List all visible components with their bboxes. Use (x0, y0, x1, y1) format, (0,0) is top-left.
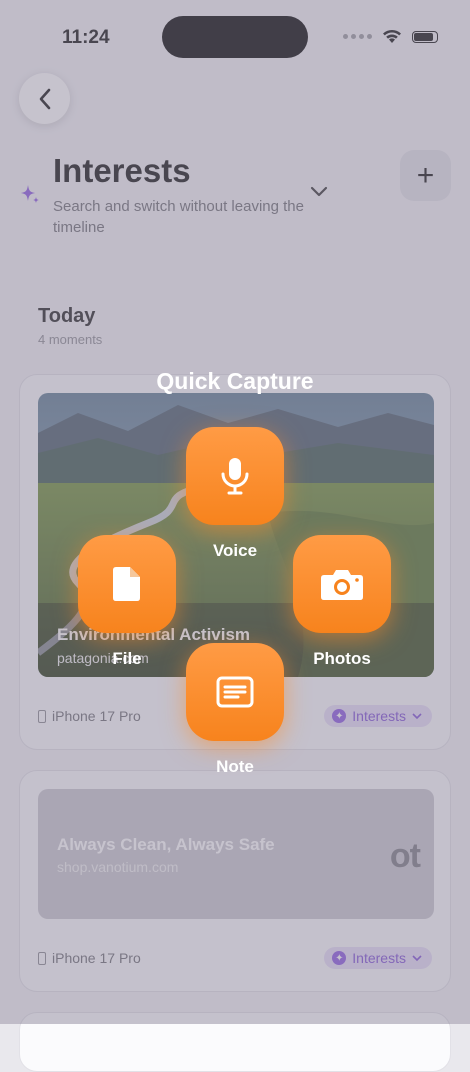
photos-capture-button[interactable] (293, 535, 391, 633)
file-label: File (112, 649, 142, 668)
camera-icon (321, 570, 363, 600)
note-capture-button[interactable] (186, 643, 284, 741)
file-icon (113, 567, 140, 601)
microphone-icon (221, 458, 249, 495)
file-capture-button[interactable] (78, 535, 176, 633)
photos-label: Photos (313, 649, 371, 668)
note-label: Note (216, 757, 254, 776)
voice-label: Voice (212, 541, 258, 560)
quick-capture-title: Quick Capture (156, 368, 314, 394)
voice-capture-button[interactable] (186, 427, 284, 525)
note-icon (216, 676, 254, 708)
